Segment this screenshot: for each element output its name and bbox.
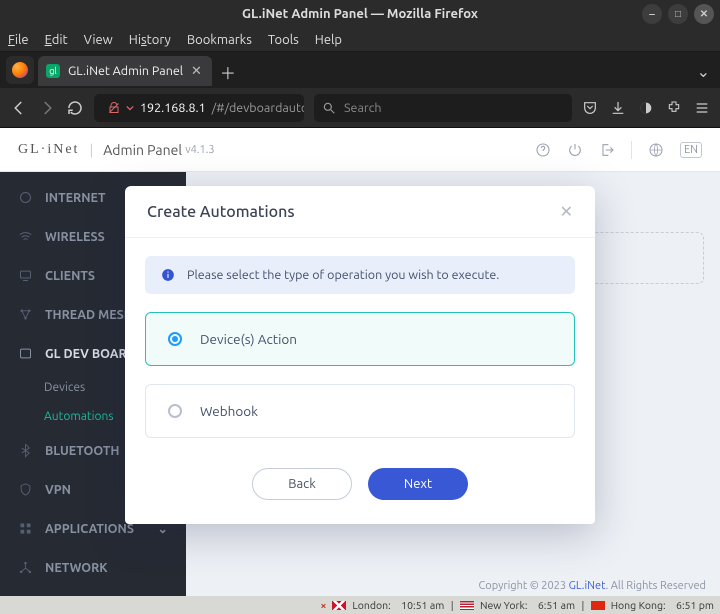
- clock-ny-label: New York:: [480, 599, 527, 611]
- clock-london-time: 10:51 am: [401, 599, 444, 611]
- flag-uk-icon: [332, 601, 346, 610]
- option-label: Device(s) Action: [200, 331, 297, 347]
- clock-ny-time: 6:51 am: [538, 599, 575, 611]
- button-label: Next: [404, 477, 432, 491]
- option-webhook[interactable]: Webhook: [145, 384, 575, 438]
- modal-header: Create Automations ✕: [125, 186, 595, 238]
- option-label: Webhook: [200, 403, 258, 419]
- create-automations-modal: Create Automations ✕ Please select the t…: [125, 186, 595, 524]
- info-icon: [161, 268, 175, 282]
- system-panel-bar: × London: 10:51 am | New York: 6:51 am |…: [0, 596, 720, 614]
- button-label: Back: [288, 477, 316, 491]
- radio-selected-icon: [168, 332, 182, 346]
- info-text: Please select the type of operation you …: [187, 268, 499, 282]
- clock-london-label: London:: [352, 599, 390, 611]
- next-button[interactable]: Next: [368, 468, 468, 500]
- modal-title: Create Automations: [147, 203, 295, 221]
- flag-hk-icon: [591, 601, 605, 610]
- clock-hk-time: 6:51 pm: [676, 599, 714, 611]
- radio-unselected-icon: [168, 404, 182, 418]
- clock-hk-label: Hong Kong:: [611, 599, 666, 611]
- modal-footer: Back Next: [125, 448, 595, 524]
- modal-overlay: Create Automations ✕ Please select the t…: [0, 0, 720, 614]
- option-device-action[interactable]: Device(s) Action: [145, 312, 575, 366]
- info-banner: Please select the type of operation you …: [145, 256, 575, 294]
- panel-x-icon[interactable]: ×: [320, 599, 326, 611]
- modal-body: Please select the type of operation you …: [125, 238, 595, 448]
- back-button[interactable]: Back: [252, 468, 352, 500]
- flag-us-icon: [460, 601, 474, 610]
- modal-close-icon[interactable]: ✕: [560, 202, 573, 221]
